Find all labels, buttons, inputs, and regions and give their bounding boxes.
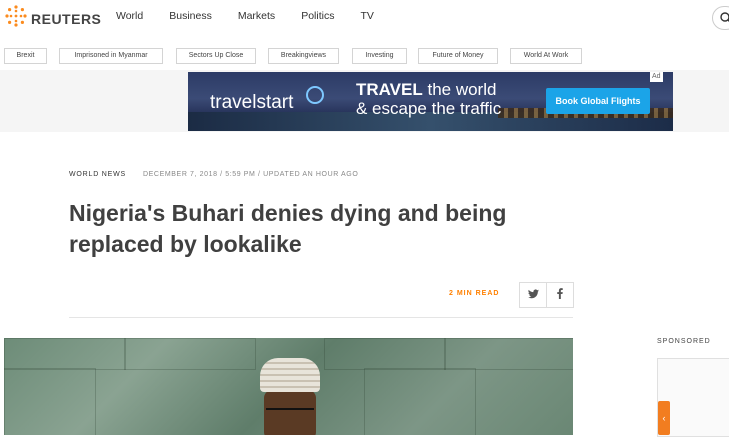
- ad-headline-2: & escape the traffic: [356, 99, 502, 118]
- photo-marble-tile: [4, 338, 126, 370]
- ad-headline-rest: the world: [422, 80, 497, 99]
- ad-badge[interactable]: Ad: [650, 72, 663, 82]
- tag-imprisoned-in-myanmar[interactable]: Imprisoned in Myanmar: [59, 48, 163, 64]
- read-time: 2 MIN READ: [449, 290, 500, 297]
- sponsored-prev-button[interactable]: ‹: [658, 401, 670, 435]
- tag-future-of-money[interactable]: Future of Money: [418, 48, 498, 64]
- photo-marble-tile: [324, 338, 446, 370]
- photo-marble-tile: [444, 338, 573, 370]
- share-twitter-button[interactable]: [519, 282, 547, 308]
- twitter-icon: [527, 288, 539, 302]
- article-section-link[interactable]: WORLD NEWS: [69, 171, 126, 178]
- primary-nav: World Business Markets Politics TV: [116, 10, 400, 22]
- facebook-icon: [557, 288, 563, 302]
- article-headline: Nigeria's Buhari denies dying and being …: [69, 200, 507, 257]
- tag-brexit[interactable]: Brexit: [4, 48, 47, 64]
- ad-headline-1: TRAVEL the world: [356, 80, 496, 100]
- article-dateline: DECEMBER 7, 2018 / 5:59 PM / UPDATED AN …: [143, 171, 359, 178]
- article-photo[interactable]: [4, 338, 573, 435]
- chevron-left-icon: ‹: [662, 413, 666, 423]
- tag-investing[interactable]: Investing: [352, 48, 407, 64]
- article-divider: [69, 317, 573, 318]
- nav-item-politics[interactable]: Politics: [301, 10, 334, 22]
- reuters-logo-icon: [5, 5, 27, 32]
- ad-headline-strong: TRAVEL: [356, 80, 423, 99]
- sponsored-label: SPONSORED: [657, 338, 711, 345]
- tag-sectors-up-close[interactable]: Sectors Up Close: [176, 48, 256, 64]
- reuters-logo[interactable]: REUTERS: [5, 5, 101, 32]
- photo-person-cap: [260, 358, 320, 392]
- banner-ad[interactable]: travelstart TRAVEL the world & escape th…: [188, 72, 673, 131]
- search-button[interactable]: [712, 6, 729, 30]
- top-navigation: REUTERS World Business Markets Politics …: [0, 0, 729, 34]
- photo-person-glasses: [266, 408, 314, 420]
- ad-brand-mark-icon: [306, 86, 324, 104]
- ad-cta-button[interactable]: Book Global Flights: [546, 88, 650, 114]
- reuters-wordmark: REUTERS: [31, 10, 102, 27]
- photo-marble-tile: [4, 368, 96, 435]
- tag-breakingviews[interactable]: Breakingviews: [268, 48, 339, 64]
- nav-item-world[interactable]: World: [116, 10, 143, 22]
- tag-world-at-work[interactable]: World At Work: [510, 48, 582, 64]
- topic-tags: Brexit Imprisoned in Myanmar Sectors Up …: [0, 48, 729, 64]
- photo-marble-tile: [364, 368, 476, 435]
- share-facebook-button[interactable]: [546, 282, 574, 308]
- nav-item-markets[interactable]: Markets: [238, 10, 275, 22]
- nav-item-tv[interactable]: TV: [360, 10, 373, 22]
- ad-brand: travelstart: [210, 92, 294, 113]
- photo-marble-tile: [124, 338, 256, 370]
- nav-item-business[interactable]: Business: [169, 10, 212, 22]
